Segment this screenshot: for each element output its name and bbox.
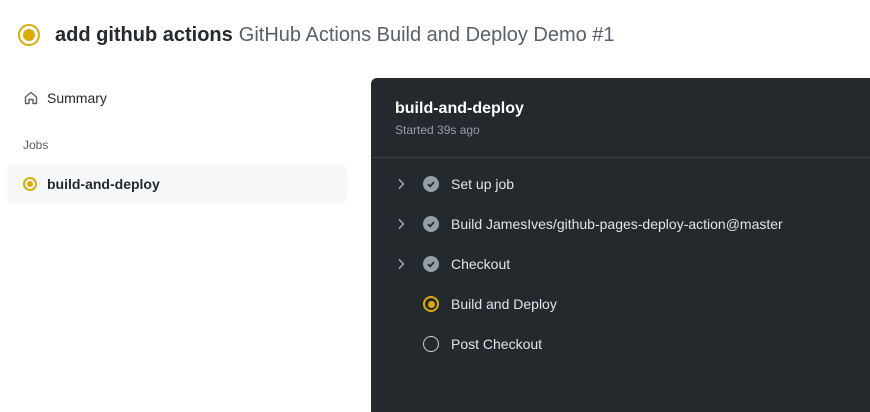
step-build-and-deploy[interactable]: Build and Deploy (371, 284, 870, 324)
sidebar-item-build-and-deploy[interactable]: build-and-deploy (7, 164, 347, 204)
run-header: add github actions GitHub Actions Build … (18, 20, 615, 50)
in-progress-icon (23, 177, 37, 191)
step-build-action[interactable]: Build JamesIves/github-pages-deploy-acti… (371, 204, 870, 244)
job-started-time: Started 39s ago (395, 123, 480, 137)
step-label: Checkout (451, 256, 511, 272)
sidebar-item-label: build-and-deploy (47, 176, 160, 192)
check-circle-icon (423, 216, 439, 232)
step-label: Build JamesIves/github-pages-deploy-acti… (451, 216, 783, 232)
step-label: Set up job (451, 176, 515, 192)
chevron-right-icon (397, 258, 407, 270)
check-circle-icon (423, 176, 439, 192)
chevron-right-icon (397, 218, 407, 230)
job-title: build-and-deploy (395, 100, 524, 117)
job-log-panel: build-and-deploy Started 39s ago Set up … (371, 78, 870, 412)
sidebar-item-summary[interactable]: Summary (7, 80, 347, 116)
check-circle-icon (423, 256, 439, 272)
step-post-checkout[interactable]: Post Checkout (371, 324, 870, 364)
step-label: Post Checkout (451, 336, 543, 352)
jobs-heading: Jobs (23, 138, 49, 152)
in-progress-icon (423, 296, 439, 312)
home-icon (24, 91, 38, 105)
in-progress-icon (18, 24, 40, 46)
job-header: build-and-deploy Started 39s ago (371, 78, 870, 158)
sidebar-item-label: Summary (47, 90, 107, 106)
step-set-up-job[interactable]: Set up job (371, 164, 870, 204)
pending-circle-icon (423, 336, 439, 352)
run-title: add github actions (55, 23, 233, 46)
step-label: Build and Deploy (451, 296, 557, 312)
step-checkout[interactable]: Checkout (371, 244, 870, 284)
sidebar: Summary Jobs build-and-deploy (7, 80, 347, 204)
chevron-right-icon (397, 178, 407, 190)
workflow-name: GitHub Actions Build and Deploy Demo #1 (238, 23, 615, 46)
steps-list: Set up job Build JamesIves/github-pages-… (371, 158, 870, 364)
